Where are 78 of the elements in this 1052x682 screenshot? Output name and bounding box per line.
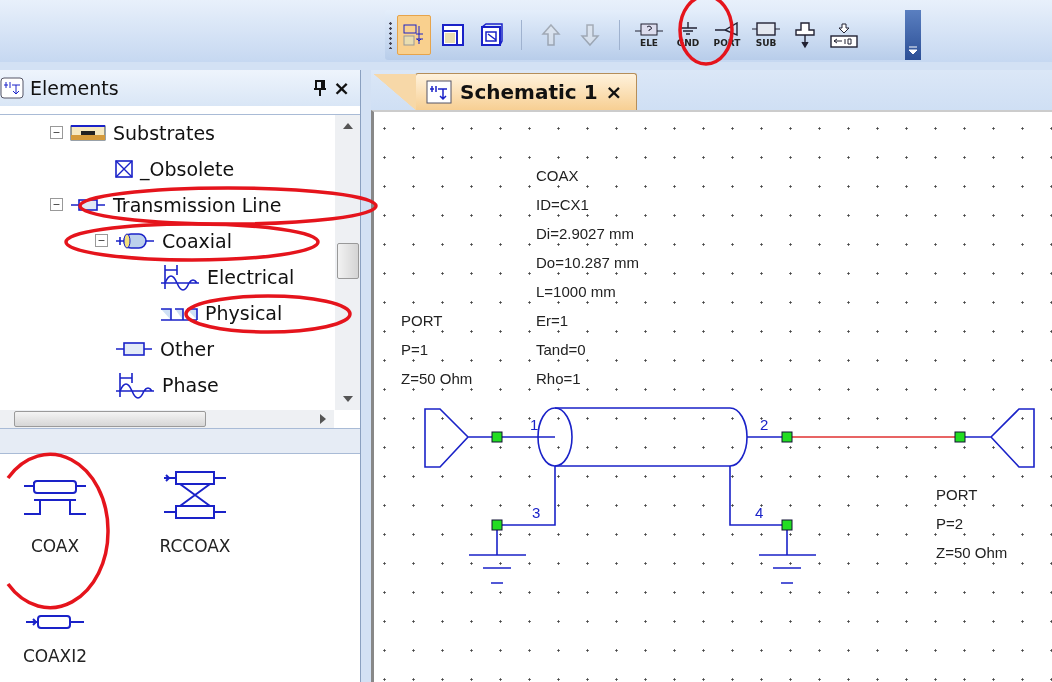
- tree-item[interactable]: Other: [160, 337, 214, 360]
- subcircuit-icon: [751, 22, 781, 36]
- scrollbar-thumb[interactable]: [337, 242, 359, 279]
- panel-title: Elements: [30, 76, 120, 99]
- collapse-icon[interactable]: [50, 198, 63, 212]
- wire[interactable]: [729, 465, 783, 526]
- port-symbol[interactable]: [424, 408, 493, 468]
- chevron-down-icon: [908, 46, 918, 54]
- port-symbol[interactable]: [964, 408, 1035, 468]
- pin-number: 1: [530, 416, 539, 433]
- element-symbol-icon: [24, 614, 86, 630]
- palette-item[interactable]: COAXI2: [0, 572, 110, 682]
- element-button[interactable]: ELE: [632, 15, 666, 55]
- window-icon: [440, 22, 466, 48]
- tree-item-icon: [114, 370, 156, 399]
- coax-parameter: Tand=0: [536, 341, 586, 358]
- scroll-down-icon[interactable]: [342, 396, 353, 403]
- tree-item[interactable]: Phase: [162, 373, 219, 396]
- wire[interactable]: [501, 465, 556, 526]
- tree-item[interactable]: Coaxial: [162, 229, 232, 252]
- port-parameter: Z=50 Ohm: [401, 370, 473, 387]
- tree-item[interactable]: Physical: [205, 301, 283, 324]
- collapse-icon[interactable]: [50, 126, 63, 140]
- schematic-icon: [0, 76, 24, 99]
- arrow-up-icon: [540, 22, 562, 48]
- coax-parameter: ID=CX1: [536, 196, 589, 213]
- vertical-scrollbar[interactable]: [335, 114, 360, 411]
- arrow-down-icon: [579, 22, 601, 48]
- close-icon[interactable]: ×: [333, 75, 350, 100]
- tree-item-icon: [114, 158, 134, 179]
- port-parameter: PORT: [401, 312, 443, 329]
- coax-parameter: COAX: [536, 167, 579, 184]
- coax-parameter: Do=10.287 mm: [536, 254, 639, 271]
- coax-parameter: Er=1: [536, 312, 569, 329]
- toolbar-overflow-button[interactable]: [905, 10, 921, 60]
- tree-item[interactable]: Transmission Line: [113, 193, 282, 216]
- pin-node-icon: [491, 519, 503, 531]
- port-parameter: Z=50 Ohm: [936, 544, 1008, 561]
- pin-number: 2: [760, 416, 769, 433]
- pin-icon[interactable]: [313, 79, 328, 96]
- palette-item[interactable]: RCCOAX: [110, 462, 280, 572]
- scroll-right-icon[interactable]: [320, 414, 326, 425]
- tree-item[interactable]: Substrates: [113, 121, 215, 144]
- coax-parameter: Di=2.9027 mm: [536, 225, 634, 242]
- coax-symbol[interactable]: [501, 407, 783, 467]
- coax-parameter: L=1000 mm: [536, 283, 616, 300]
- tree-item-icon: [159, 262, 201, 291]
- ground-symbol[interactable]: [468, 529, 527, 584]
- toolbar-grip[interactable]: [389, 21, 392, 49]
- probe-icon: [792, 21, 818, 49]
- element-symbol-icon: [162, 470, 228, 520]
- tab-label: Schematic 1: [460, 80, 598, 104]
- pin-node-icon: [781, 519, 793, 531]
- tree-item[interactable]: _Obsolete: [140, 157, 235, 180]
- pin-node-icon: [954, 431, 966, 443]
- scale-icon: [830, 22, 858, 48]
- pin-number: 3: [532, 504, 541, 521]
- pin-node-icon: [781, 431, 793, 443]
- ground-symbol[interactable]: [758, 529, 817, 584]
- port-parameter: PORT: [936, 486, 978, 503]
- element-symbol-icon: [634, 22, 664, 36]
- port-parameter: P=1: [401, 341, 429, 358]
- tree-item-icon: [69, 122, 107, 143]
- scroll-up-icon[interactable]: [342, 122, 353, 129]
- subcircuit-button[interactable]: SUB: [749, 15, 783, 55]
- cube-icon: [479, 22, 505, 48]
- collapse-icon[interactable]: [95, 234, 108, 248]
- pin-node-icon: [491, 431, 503, 443]
- close-icon[interactable]: ×: [605, 80, 623, 104]
- coax-parameter: Rho=1: [536, 370, 581, 387]
- pin-number: 4: [755, 504, 764, 521]
- layout-tool-button[interactable]: [397, 15, 431, 55]
- schematic-icon: [426, 80, 452, 104]
- port-parameter: P=2: [936, 515, 964, 532]
- schematic-canvas[interactable]: 1 2 3 4 COAX ID=CX1 Di=2.9027 mm Do=10.287 mm L=1000 mm Er=1 Tand=0 Rho=1 PORT P=1 Z=50 Ohm PORT P=2 Z=50 Ohm: [371, 110, 1052, 682]
- horizontal-scrollbar[interactable]: [0, 410, 334, 429]
- tree-item[interactable]: Electrical: [207, 265, 295, 288]
- palette-item[interactable]: COAX: [0, 462, 110, 572]
